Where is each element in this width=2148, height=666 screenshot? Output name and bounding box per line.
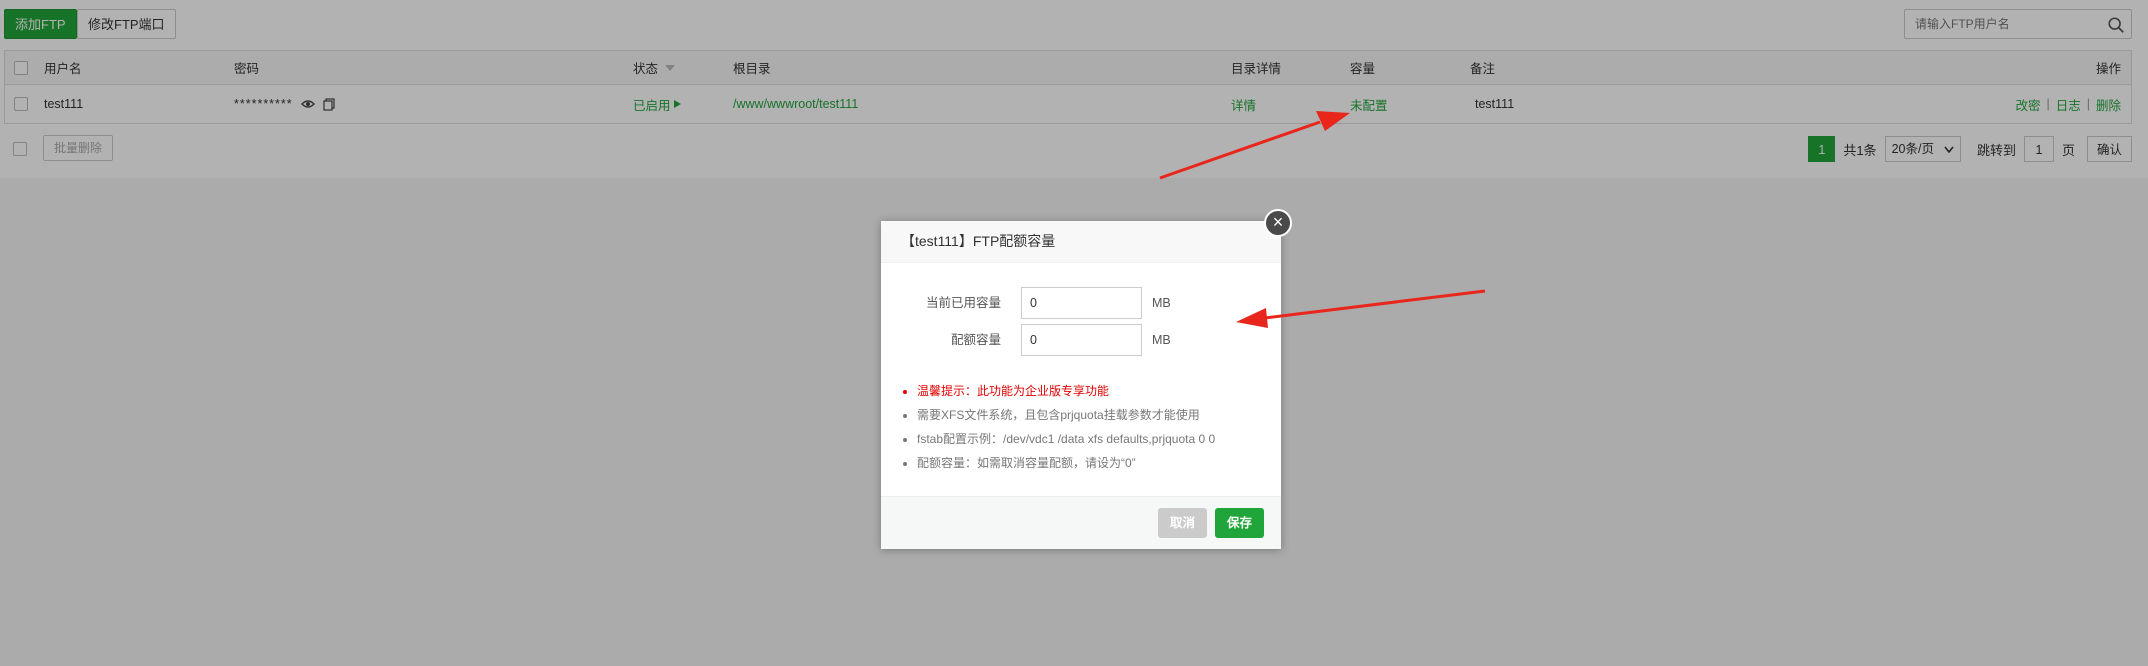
cancel-button[interactable]: 取消	[1158, 508, 1208, 538]
modal-title: 【test111】FTP配额容量	[881, 221, 1281, 263]
tip-enterprise: 温馨提示：此功能为企业版专享功能	[917, 379, 1215, 403]
used-capacity-row: 当前已用容量 MB	[881, 287, 1281, 319]
close-icon[interactable]: ×	[1264, 209, 1292, 237]
quota-capacity-label: 配额容量	[950, 333, 1001, 347]
tip-quota: 配额容量：如需取消容量配额，请设为“0”	[917, 451, 1215, 475]
used-capacity-unit: MB	[1152, 296, 1171, 310]
tip-xfs: 需要XFS文件系统，且包含prjquota挂载参数才能使用	[917, 403, 1215, 427]
quota-capacity-row: 配额容量 MB	[881, 324, 1281, 356]
tip-fstab: fstab配置示例：/dev/vdc1 /data xfs defaults,p…	[917, 427, 1215, 451]
quota-capacity-input[interactable]	[1021, 324, 1142, 356]
quota-modal: 【test111】FTP配额容量 × 当前已用容量 MB 配额容量 MB 温馨提…	[881, 209, 1292, 549]
used-capacity-input[interactable]	[1021, 287, 1142, 319]
tips-list: 温馨提示：此功能为企业版专享功能 需要XFS文件系统，且包含prjquota挂载…	[897, 379, 1215, 475]
used-capacity-label: 当前已用容量	[925, 296, 1001, 310]
modal-footer: 取消 保存	[881, 496, 1281, 549]
save-button[interactable]: 保存	[1215, 508, 1265, 538]
quota-capacity-unit: MB	[1152, 333, 1171, 347]
